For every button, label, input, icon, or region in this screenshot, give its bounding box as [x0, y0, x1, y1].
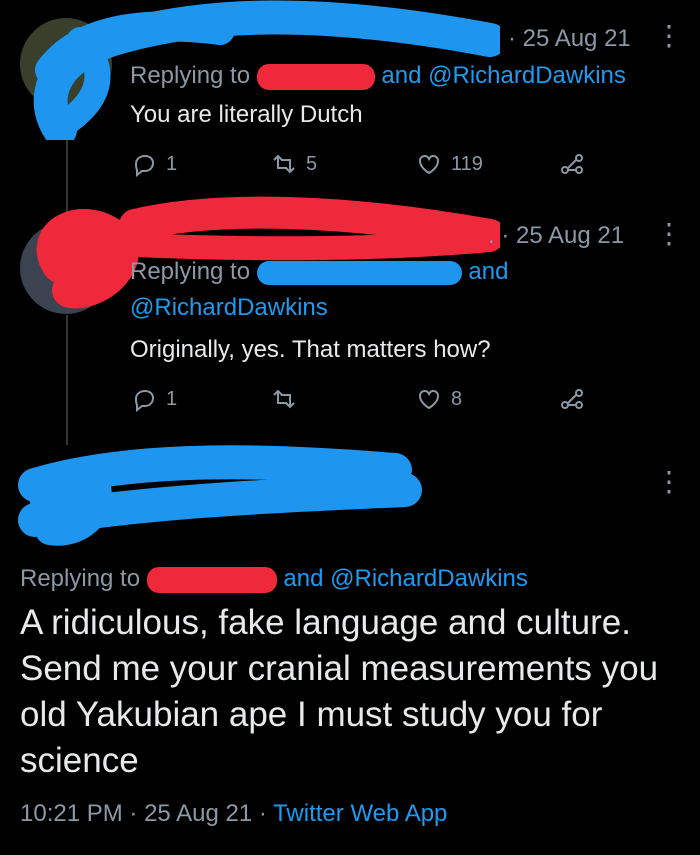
- tweet-footer: 10:21 PM · 25 Aug 21 · Twitter Web App: [20, 800, 447, 828]
- tweet-date[interactable]: 25 Aug 21: [144, 800, 252, 827]
- reply-button[interactable]: 1: [130, 150, 177, 178]
- redaction-red: [146, 566, 277, 593]
- reply-icon: [134, 154, 155, 178]
- more-icon[interactable]: ⋮: [655, 468, 683, 496]
- separator: ·: [129, 800, 138, 827]
- source-app-link[interactable]: Twitter Web App: [273, 800, 447, 827]
- reply-count: 1: [166, 387, 178, 410]
- tweet-text: Originally, yes. That matters how?: [130, 336, 491, 363]
- mention-link[interactable]: and @RichardDawkins: [283, 565, 527, 592]
- more-icon[interactable]: ⋮: [655, 220, 683, 248]
- redaction-blue: [256, 260, 462, 285]
- replying-label: Replying to: [130, 258, 251, 285]
- action-bar: 1 5 119: [130, 150, 600, 180]
- replying-to: Replying to and: [130, 258, 508, 286]
- like-count: 8: [451, 387, 463, 410]
- share-icon: [561, 154, 583, 174]
- reply-button[interactable]: 1: [130, 385, 177, 413]
- retweet-button[interactable]: 5: [270, 150, 317, 178]
- retweet-count: 5: [306, 152, 318, 175]
- retweet-icon: [273, 154, 295, 174]
- like-icon: [418, 389, 440, 410]
- tweet-date[interactable]: · 25 Aug 21: [508, 25, 631, 53]
- share-button[interactable]: [558, 385, 586, 413]
- redaction-red: [256, 63, 375, 90]
- more-icon[interactable]: ⋮: [655, 22, 683, 50]
- share-icon: [561, 389, 583, 409]
- replying-label: Replying to: [20, 565, 141, 592]
- replying-label: Replying to: [130, 62, 251, 89]
- share-button[interactable]: [558, 150, 586, 178]
- separator: ·: [258, 800, 267, 827]
- tweet-text: You are literally Dutch: [130, 101, 363, 128]
- tweet-text: A ridiculous, fake language and culture.…: [20, 603, 659, 780]
- redaction-scribble: [18, 445, 422, 546]
- reply-count: 1: [166, 152, 178, 175]
- like-button[interactable]: 119: [415, 150, 483, 178]
- replying-to: Replying to and @RichardDawkins: [20, 565, 528, 593]
- thread-line: [66, 315, 68, 445]
- mention-link[interactable]: and: [468, 258, 508, 285]
- like-button[interactable]: 8: [415, 385, 462, 413]
- retweet-button[interactable]: [270, 385, 298, 413]
- action-bar: 1 8: [130, 385, 600, 415]
- replying-to: Replying to and @RichardDawkins: [130, 62, 626, 90]
- tweet-date[interactable]: . · 25 Aug 21: [488, 222, 624, 250]
- mention-link[interactable]: and @RichardDawkins: [381, 62, 625, 89]
- tweet-time[interactable]: 10:21 PM: [20, 800, 123, 827]
- like-icon: [418, 154, 440, 175]
- mention-link[interactable]: @RichardDawkins: [130, 294, 328, 322]
- reply-icon: [134, 389, 155, 413]
- retweet-icon: [273, 389, 295, 409]
- like-count: 119: [451, 152, 483, 175]
